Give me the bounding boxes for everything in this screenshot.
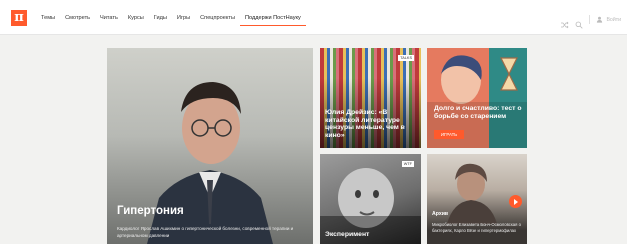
search-icon[interactable] [575,16,584,29]
play-video-icon[interactable] [509,195,522,208]
menu-item-special-projects[interactable]: Спецпроекты [195,12,240,26]
talks-tag: TALKS [398,55,414,61]
experiment-card[interactable]: WTF Эксперимент [320,154,421,244]
login-button[interactable]: Войти [596,16,621,24]
featured-title: Гипертония [117,205,184,217]
menu-item-watch[interactable]: Смотреть [60,12,95,26]
menu-item-courses[interactable]: Курсы [123,12,149,26]
aging-test-title: Долго и счастливо: тест о борьбе со стар… [434,105,522,120]
play-button[interactable]: ИГРАТЬ [434,130,464,139]
site-logo[interactable]: π [11,10,27,26]
menu-item-games[interactable]: Игры [172,12,195,26]
nav-divider [589,15,591,24]
interview-title: Юлия Дрейзис: «В китайской литературе це… [325,109,405,139]
archive-description: Микробиолог Елизавета Бонч-Осмоловская о… [432,222,521,233]
login-label: Войти [606,16,621,23]
interview-card[interactable]: TALKS Юлия Дрейзис: «В китайской литерат… [320,48,421,148]
user-icon [596,16,604,24]
featured-card[interactable]: Гипертония Кардиолог Ярослав Ашихмин о г… [107,48,313,244]
experiment-title: Эксперимент [325,231,370,238]
shuffle-icon[interactable] [561,16,569,28]
main-menu: Темы Смотреть Читать Курсы Гиды Игры Спе… [36,12,306,26]
nav-actions: Войти [561,15,621,29]
menu-item-support[interactable]: Поддержи ПостНауку [239,12,306,26]
menu-item-themes[interactable]: Темы [36,12,60,26]
top-nav: π Темы Смотреть Читать Курсы Гиды Игры С… [0,0,627,35]
archive-card[interactable]: Архив Микробиолог Елизавета Бонч-Осмолов… [427,154,527,244]
aging-test-card[interactable]: Долго и счастливо: тест о борьбе со стар… [427,48,527,148]
archive-label: Архив [432,211,449,217]
menu-item-read[interactable]: Читать [95,12,123,26]
menu-item-guides[interactable]: Гиды [149,12,172,26]
featured-description: Кардиолог Ярослав Ашихмин о гипертоничес… [117,226,294,238]
wtf-tag: WTF [401,161,414,167]
